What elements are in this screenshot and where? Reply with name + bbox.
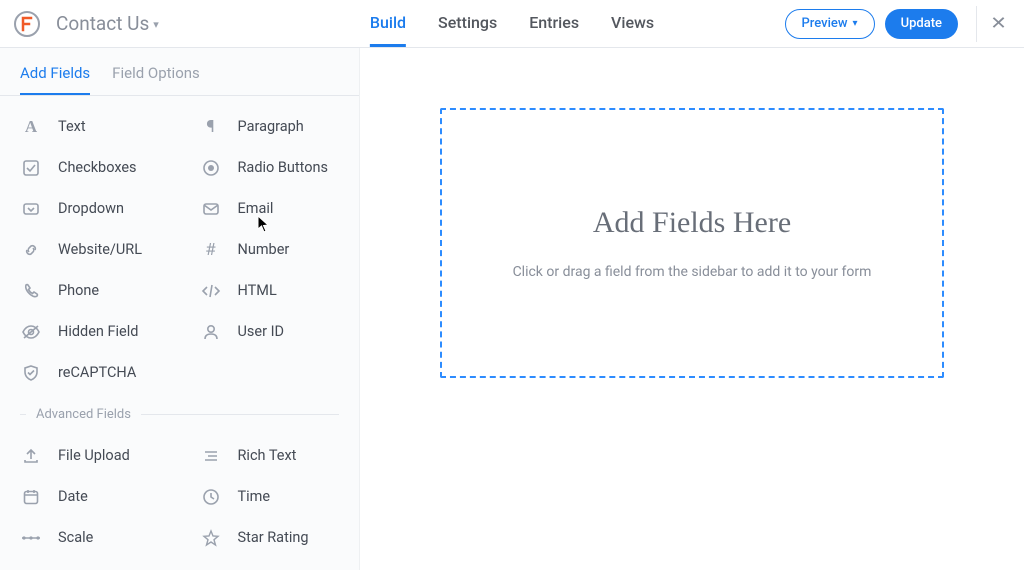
- field-website[interactable]: Website/URL: [0, 229, 180, 270]
- scale-icon: [20, 527, 42, 549]
- field-time[interactable]: Time: [180, 476, 360, 517]
- form-title-dropdown[interactable]: Contact Us ▾: [56, 12, 159, 35]
- link-icon: [20, 239, 42, 261]
- close-button[interactable]: ✕: [976, 6, 1012, 42]
- text-icon: A: [20, 116, 42, 138]
- field-date[interactable]: Date: [0, 476, 180, 517]
- field-label: Website/URL: [58, 241, 142, 258]
- update-label: Update: [901, 16, 942, 31]
- clock-icon: [200, 486, 222, 508]
- fields-sidebar: Add Fields Field Options A Text ¶ Paragr…: [0, 48, 360, 570]
- app-logo: [12, 9, 42, 39]
- field-label: Text: [58, 118, 86, 135]
- field-label: File Upload: [58, 447, 130, 464]
- form-dropzone[interactable]: Add Fields Here Click or drag a field fr…: [440, 108, 944, 378]
- field-user-id[interactable]: User ID: [180, 311, 360, 352]
- field-label: Rich Text: [238, 447, 297, 464]
- checkbox-icon: [20, 157, 42, 179]
- field-html[interactable]: HTML: [180, 270, 360, 311]
- hash-icon: #: [200, 239, 222, 261]
- field-label: Star Rating: [238, 529, 309, 546]
- field-label: Paragraph: [238, 118, 304, 135]
- field-recaptcha[interactable]: reCAPTCHA: [0, 352, 359, 393]
- field-label: Date: [58, 488, 88, 505]
- radio-icon: [200, 157, 222, 179]
- dropdown-icon: [20, 198, 42, 220]
- field-label: Number: [238, 241, 290, 258]
- form-title-text: Contact Us: [56, 12, 149, 35]
- field-label: HTML: [238, 282, 277, 299]
- advanced-section-header: Advanced Fields: [0, 399, 359, 429]
- chevron-down-icon: ▾: [853, 18, 858, 29]
- update-button[interactable]: Update: [885, 9, 958, 39]
- upload-icon: [20, 445, 42, 467]
- dropzone-title: Add Fields Here: [593, 206, 791, 240]
- dropzone-subtitle: Click or drag a field from the sidebar t…: [513, 264, 872, 280]
- shield-icon: [20, 362, 42, 384]
- field-label: User ID: [238, 323, 285, 340]
- sidebar-tab-field-options[interactable]: Field Options: [112, 52, 200, 95]
- field-label: reCAPTCHA: [58, 364, 136, 381]
- field-scale[interactable]: Scale: [0, 517, 180, 558]
- close-icon: ✕: [990, 15, 1007, 33]
- field-text[interactable]: A Text: [0, 106, 180, 147]
- field-email[interactable]: Email: [180, 188, 360, 229]
- field-file-upload[interactable]: File Upload: [0, 435, 180, 476]
- sidebar-tab-add-fields[interactable]: Add Fields: [20, 52, 90, 95]
- field-paragraph[interactable]: ¶ Paragraph: [180, 106, 360, 147]
- user-icon: [200, 321, 222, 343]
- field-radio[interactable]: Radio Buttons: [180, 147, 360, 188]
- field-label: Checkboxes: [58, 159, 137, 176]
- field-label: Radio Buttons: [238, 159, 329, 176]
- advanced-section-label: Advanced Fields: [36, 407, 131, 422]
- advanced-fields-grid: File Upload Rich Text Date Time: [0, 429, 359, 564]
- field-checkboxes[interactable]: Checkboxes: [0, 147, 180, 188]
- paragraph-icon: ¶: [200, 116, 222, 138]
- field-phone[interactable]: Phone: [0, 270, 180, 311]
- tab-views[interactable]: Views: [611, 0, 654, 47]
- field-number[interactable]: # Number: [180, 229, 360, 270]
- field-label: Scale: [58, 529, 93, 546]
- rich-text-icon: [200, 445, 222, 467]
- chevron-down-icon: ▾: [153, 18, 159, 31]
- preview-label: Preview: [802, 16, 848, 31]
- preview-button[interactable]: Preview ▾: [785, 9, 875, 39]
- star-icon: [200, 527, 222, 549]
- calendar-icon: [20, 486, 42, 508]
- code-icon: [200, 280, 222, 302]
- field-label: Email: [238, 200, 274, 217]
- eye-off-icon: [20, 321, 42, 343]
- tab-build[interactable]: Build: [370, 0, 406, 47]
- field-label: Dropdown: [58, 200, 124, 217]
- field-star-rating[interactable]: Star Rating: [180, 517, 360, 558]
- field-label: Phone: [58, 282, 99, 299]
- tab-settings[interactable]: Settings: [438, 0, 497, 47]
- field-hidden[interactable]: Hidden Field: [0, 311, 180, 352]
- email-icon: [200, 198, 222, 220]
- field-rich-text[interactable]: Rich Text: [180, 435, 360, 476]
- form-canvas: Add Fields Here Click or drag a field fr…: [360, 48, 1024, 570]
- phone-icon: [20, 280, 42, 302]
- basic-fields-grid: A Text ¶ Paragraph Checkboxes Radio Butt…: [0, 96, 359, 399]
- field-label: Time: [238, 488, 271, 505]
- field-label: Hidden Field: [58, 323, 138, 340]
- field-dropdown[interactable]: Dropdown: [0, 188, 180, 229]
- tab-entries[interactable]: Entries: [529, 0, 579, 47]
